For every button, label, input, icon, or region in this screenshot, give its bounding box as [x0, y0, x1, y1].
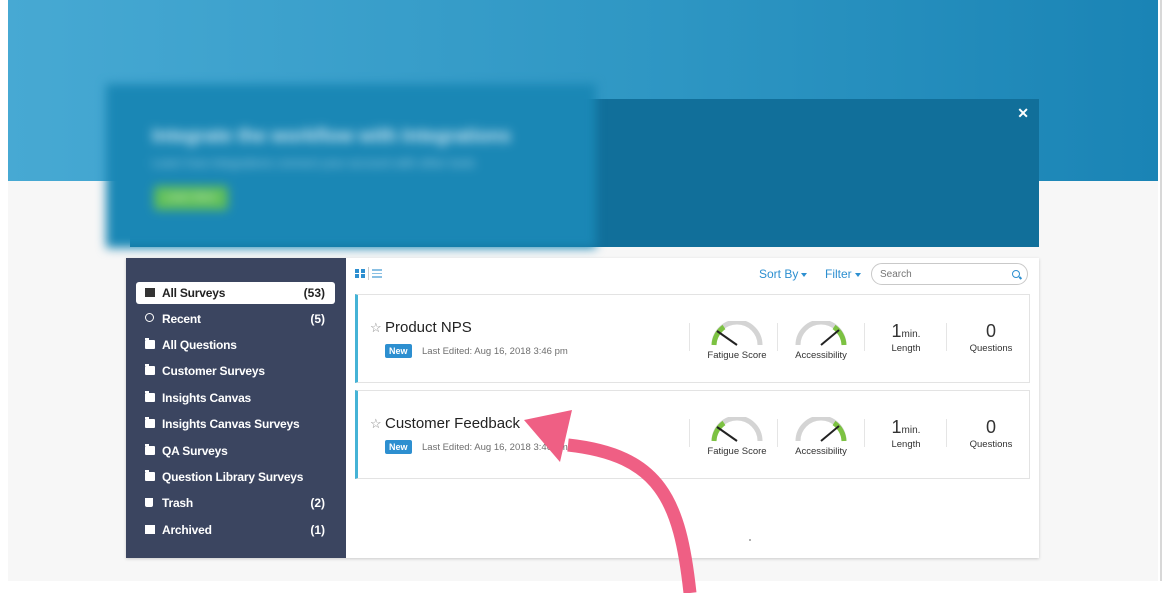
sidebar-item-count: (2) [310, 496, 325, 510]
sidebar-item-label: Insights Canvas [162, 391, 252, 405]
survey-list-area: Sort By Filter ☆ Product NPS New Last Ed… [346, 258, 1039, 558]
search-box [871, 263, 1028, 285]
search-icon[interactable] [1012, 270, 1020, 278]
sidebar-item-trash[interactable]: Trash (2) [136, 492, 335, 514]
sidebar-item-insights-canvas[interactable]: Insights Canvas [136, 387, 335, 409]
length-label: Length [891, 343, 921, 354]
divider [777, 419, 778, 447]
length-stat: 1min. Length [876, 417, 936, 450]
sidebar-item-recent[interactable]: Recent (5) [136, 308, 335, 330]
surveys-panel: All Surveys (53) Recent (5) All Question… [126, 258, 1039, 558]
questions-label: Questions [969, 439, 1013, 450]
survey-title[interactable]: Customer Feedback [385, 415, 520, 432]
questions-value: 0 [985, 417, 996, 437]
banner-heading: Integrate the workflow with Integrations [152, 126, 511, 147]
sidebar-item-insights-canvas-surveys[interactable]: Insights Canvas Surveys [136, 413, 335, 435]
star-icon[interactable]: ☆ [370, 416, 382, 432]
grid-view-icon[interactable] [355, 269, 365, 278]
sidebar-item-count: (5) [310, 312, 325, 326]
folder-icon [145, 444, 155, 455]
sidebar-item-label: Archived [162, 523, 212, 537]
fatigue-score-gauge [711, 321, 763, 346]
list-view-icon[interactable] [372, 269, 382, 278]
sidebar-item-label: Recent [162, 312, 201, 326]
sidebar-item-label: QA Surveys [162, 444, 228, 458]
questions-stat: 0 Questions [959, 321, 1023, 354]
sidebar-item-label: All Surveys [162, 286, 226, 300]
last-edited: Last Edited: Aug 16, 2018 3:46 pm [422, 346, 568, 357]
clock-icon [145, 313, 154, 322]
bottom-margin [0, 581, 1170, 593]
sidebar-item-all-questions[interactable]: All Questions [136, 334, 335, 356]
divider [864, 419, 865, 447]
divider [946, 419, 947, 447]
sidebar-item-label: Trash [162, 496, 194, 510]
fatigue-score-label: Fatigue Score [707, 446, 767, 457]
length-value: 1 [891, 417, 902, 437]
folder-icon [145, 338, 155, 349]
status-badge: New [385, 440, 412, 454]
folder-icon [145, 391, 155, 402]
divider [864, 323, 865, 351]
banner-button[interactable]: Learn More [154, 186, 228, 210]
survey-title[interactable]: Product NPS [385, 319, 472, 336]
filter-dropdown[interactable]: Filter [825, 267, 861, 281]
status-badge: New [385, 344, 412, 358]
sidebar-item-qa-surveys[interactable]: QA Surveys [136, 440, 335, 462]
folder-icon [145, 364, 155, 375]
accessibility-gauge [795, 417, 847, 442]
sidebar-item-count: (1) [310, 523, 325, 537]
divider [946, 323, 947, 351]
accessibility-label: Accessibility [795, 350, 847, 361]
sidebar-item-customer-surveys[interactable]: Customer Surveys [136, 360, 335, 382]
sort-by-dropdown[interactable]: Sort By [759, 267, 808, 281]
search-input[interactable] [880, 266, 1005, 282]
window-edge [1160, 0, 1162, 593]
document-icon [145, 288, 155, 297]
length-stat: 1min. Length [876, 321, 936, 354]
survey-card-product-nps[interactable]: ☆ Product NPS New Last Edited: Aug 16, 2… [355, 294, 1030, 383]
close-icon[interactable]: ✕ [1017, 105, 1029, 122]
divider [689, 419, 690, 447]
trash-icon [145, 498, 153, 507]
view-divider [368, 267, 369, 280]
sidebar-item-archived[interactable]: Archived (1) [136, 519, 335, 541]
length-label: Length [891, 439, 921, 450]
divider [777, 323, 778, 351]
sidebar-item-label: All Questions [162, 338, 237, 352]
loading-dot [749, 539, 751, 541]
sidebar-item-question-library-surveys[interactable]: Question Library Surveys [136, 466, 335, 488]
questions-stat: 0 Questions [959, 417, 1023, 450]
sidebar-item-label: Customer Surveys [162, 364, 265, 378]
survey-card-customer-feedback[interactable]: ☆ Customer Feedback New Last Edited: Aug… [355, 390, 1030, 479]
fatigue-score-label: Fatigue Score [707, 350, 767, 361]
sort-by-label: Sort By [759, 267, 799, 281]
blurred-banner-content: Integrate the workflow with Integrations… [106, 84, 596, 248]
chevron-down-icon [801, 272, 808, 277]
filter-label: Filter [825, 267, 852, 281]
folder-icon [145, 470, 155, 481]
archive-icon [145, 525, 155, 534]
length-unit: min. [901, 329, 921, 340]
fatigue-score-gauge [711, 417, 763, 442]
length-value: 1 [891, 321, 902, 341]
sidebar-item-count: (53) [303, 286, 325, 300]
last-edited: Last Edited: Aug 16, 2018 3:46 pm [422, 442, 568, 453]
length-unit: min. [901, 425, 921, 436]
folder-sidebar: All Surveys (53) Recent (5) All Question… [126, 258, 346, 558]
divider [689, 323, 690, 351]
questions-label: Questions [969, 343, 1013, 354]
sidebar-item-all-surveys[interactable]: All Surveys (53) [136, 282, 335, 304]
banner-subtext: Learn how integrations connect your acco… [152, 156, 475, 170]
sidebar-item-label: Insights Canvas Surveys [162, 417, 300, 431]
questions-value: 0 [985, 321, 996, 341]
accessibility-label: Accessibility [795, 446, 847, 457]
sidebar-item-label: Question Library Surveys [162, 470, 304, 484]
chevron-down-icon [854, 272, 861, 277]
folder-icon [145, 417, 155, 428]
star-icon[interactable]: ☆ [370, 320, 382, 336]
accessibility-gauge [795, 321, 847, 346]
